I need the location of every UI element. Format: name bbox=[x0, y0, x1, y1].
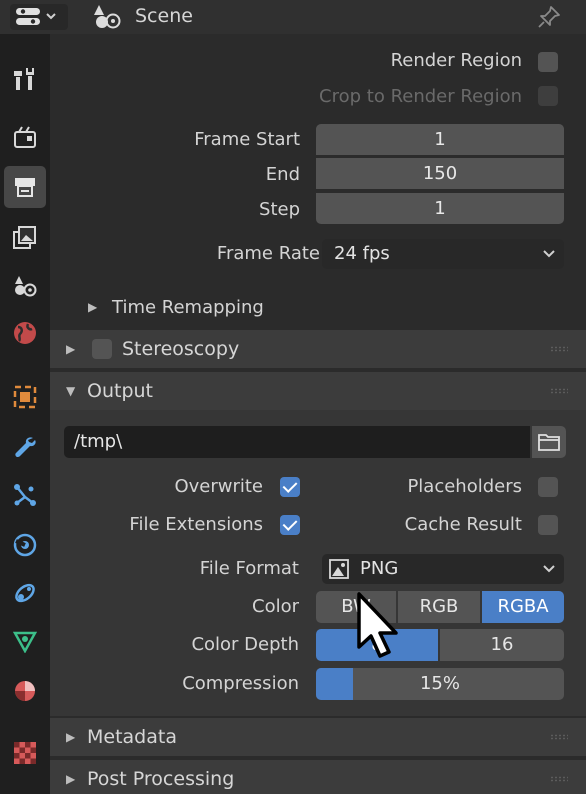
compression-slider[interactable]: 15% bbox=[316, 668, 564, 700]
output-collapse-icon: ▼ bbox=[66, 384, 76, 398]
stereoscopy-checkbox[interactable] bbox=[92, 339, 112, 359]
file-extensions-label: File Extensions bbox=[129, 514, 263, 535]
color-depth-label: Color Depth bbox=[191, 634, 299, 655]
file-format-dropdown[interactable]: PNG bbox=[322, 554, 564, 584]
material-tab[interactable] bbox=[4, 670, 46, 712]
frame-step-field[interactable]: 1 bbox=[316, 193, 564, 224]
texture-tab[interactable] bbox=[4, 732, 46, 774]
scene-icon bbox=[94, 5, 121, 29]
crop-to-render-region-checkbox[interactable] bbox=[538, 86, 558, 106]
cache-result-checkbox[interactable] bbox=[538, 515, 558, 535]
render-region-label: Render Region bbox=[390, 50, 522, 71]
frame-rate-dropdown[interactable]: 24 fps bbox=[322, 239, 564, 269]
color-rgba-option[interactable]: RGBA bbox=[482, 591, 564, 623]
compression-value: 15% bbox=[419, 673, 460, 694]
cache-result-label: Cache Result bbox=[404, 514, 522, 535]
constraints-tab[interactable] bbox=[4, 572, 46, 614]
view-layer-tab[interactable] bbox=[4, 216, 46, 258]
data-tab[interactable] bbox=[4, 620, 46, 662]
scene-icon bbox=[15, 276, 37, 297]
drag-handle-icon[interactable] bbox=[550, 776, 568, 782]
output-label: Output bbox=[87, 380, 153, 402]
chevron-down-icon bbox=[543, 565, 555, 573]
particles-tab[interactable] bbox=[4, 474, 46, 516]
mesh-data-icon bbox=[13, 631, 37, 653]
frame-end-field[interactable]: 150 bbox=[316, 158, 564, 189]
overwrite-checkbox[interactable] bbox=[280, 477, 300, 497]
stereoscopy-expand-icon: ▶ bbox=[66, 342, 76, 356]
color-depth-16-option[interactable]: 16 bbox=[440, 629, 564, 661]
render-icon bbox=[14, 126, 36, 148]
overwrite-label: Overwrite bbox=[174, 476, 263, 497]
image-icon bbox=[13, 226, 36, 249]
properties-tab-bar bbox=[0, 34, 50, 794]
tool-tab[interactable] bbox=[4, 58, 46, 100]
material-icon bbox=[15, 681, 35, 701]
drag-handle-icon[interactable] bbox=[550, 388, 568, 394]
time-remapping-label[interactable]: Time Remapping bbox=[112, 297, 264, 318]
world-icon bbox=[14, 322, 36, 344]
object-tab[interactable] bbox=[4, 376, 46, 418]
physics-tab[interactable] bbox=[4, 524, 46, 566]
stereoscopy-label: Stereoscopy bbox=[122, 338, 240, 360]
chevron-down-icon bbox=[543, 250, 555, 258]
printer-icon bbox=[15, 178, 35, 197]
editor-type-selector[interactable] bbox=[10, 4, 68, 30]
render-region-checkbox[interactable] bbox=[538, 52, 558, 72]
frame-end-label: End bbox=[265, 164, 300, 185]
folder-icon bbox=[538, 434, 560, 451]
particles-icon bbox=[14, 484, 36, 506]
color-label: Color bbox=[252, 596, 299, 617]
texture-icon bbox=[14, 742, 36, 764]
post-processing-label: Post Processing bbox=[87, 768, 235, 790]
object-icon bbox=[13, 385, 37, 409]
file-format-label: File Format bbox=[199, 558, 299, 579]
editor-type-icon bbox=[16, 8, 56, 25]
constraint-icon bbox=[15, 583, 35, 603]
file-format-value: PNG bbox=[360, 558, 399, 579]
metadata-expand-icon: ▶ bbox=[66, 730, 76, 744]
placeholders-label: Placeholders bbox=[407, 476, 522, 497]
mouse-cursor-icon bbox=[357, 592, 398, 658]
post-processing-expand-icon: ▶ bbox=[66, 772, 76, 786]
post-processing-panel-header[interactable]: ▶ Post Processing bbox=[50, 760, 586, 794]
frame-rate-label: Frame Rate bbox=[216, 243, 320, 264]
placeholders-checkbox[interactable] bbox=[538, 477, 558, 497]
stereoscopy-panel-header[interactable]: ▶ Stereoscopy bbox=[50, 330, 586, 368]
pin-icon[interactable] bbox=[536, 4, 562, 30]
world-tab[interactable] bbox=[4, 312, 46, 354]
properties-main: Render Region Crop to Render Region Fram… bbox=[50, 34, 586, 794]
modifier-tab[interactable] bbox=[4, 426, 46, 468]
output-path-input[interactable]: /tmp\ bbox=[64, 426, 530, 458]
drag-handle-icon[interactable] bbox=[550, 346, 568, 352]
render-tab[interactable] bbox=[4, 116, 46, 158]
browse-folder-button[interactable] bbox=[532, 426, 566, 458]
frame-start-label: Frame Start bbox=[194, 129, 300, 150]
time-remapping-expand-icon[interactable]: ▶ bbox=[88, 300, 97, 314]
scene-name: Scene bbox=[135, 5, 193, 27]
output-tab[interactable] bbox=[4, 166, 46, 208]
file-extensions-checkbox[interactable] bbox=[280, 515, 300, 535]
output-panel-header[interactable]: ▼ Output bbox=[50, 372, 586, 410]
properties-header: Scene bbox=[0, 0, 586, 34]
frame-start-field[interactable]: 1 bbox=[316, 124, 564, 155]
frame-step-label: Step bbox=[259, 199, 300, 220]
metadata-label: Metadata bbox=[87, 726, 177, 748]
drag-handle-icon[interactable] bbox=[550, 734, 568, 740]
metadata-panel-header[interactable]: ▶ Metadata bbox=[50, 718, 586, 756]
crop-to-render-region-label: Crop to Render Region bbox=[319, 86, 522, 107]
scene-tab[interactable] bbox=[4, 266, 46, 308]
compression-label: Compression bbox=[182, 673, 299, 694]
physics-icon bbox=[13, 533, 37, 557]
image-file-icon bbox=[329, 559, 349, 579]
frame-rate-value: 24 fps bbox=[334, 243, 390, 264]
tool-icon bbox=[14, 68, 34, 90]
wrench-icon bbox=[15, 437, 36, 457]
